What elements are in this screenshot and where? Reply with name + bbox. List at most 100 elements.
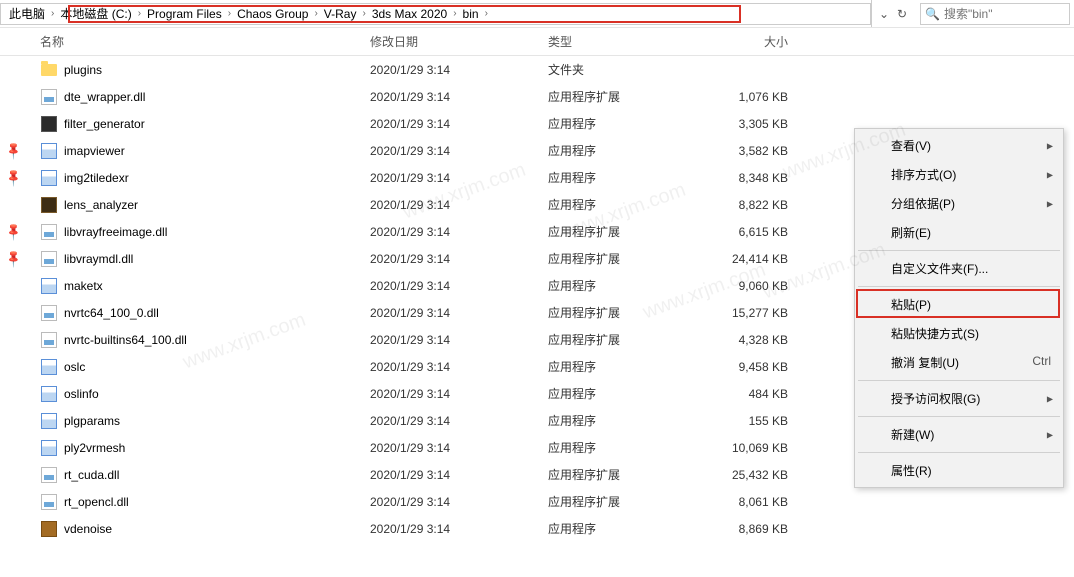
file-size: 15,277 KB <box>698 306 798 320</box>
file-date: 2020/1/29 3:14 <box>370 495 548 509</box>
file-date: 2020/1/29 3:14 <box>370 63 548 77</box>
file-type: 应用程序 <box>548 385 698 402</box>
breadcrumb-segment[interactable]: 本地磁盘 (C:) <box>56 4 135 24</box>
exe-icon <box>40 277 58 295</box>
column-date-header[interactable]: 修改日期 <box>370 33 548 50</box>
menu-item-label: 分组依据(P) <box>891 197 955 211</box>
menu-separator <box>858 286 1060 287</box>
column-size-header[interactable]: 大小 <box>698 33 798 50</box>
file-size: 24,414 KB <box>698 252 798 266</box>
column-name-header[interactable]: 名称 <box>40 33 370 50</box>
chevron-right-icon[interactable]: › <box>51 8 54 19</box>
dll-icon <box>40 466 58 484</box>
file-date: 2020/1/29 3:14 <box>370 333 548 347</box>
file-date: 2020/1/29 3:14 <box>370 279 548 293</box>
exe-icon <box>40 142 58 160</box>
file-type: 应用程序扩展 <box>548 223 698 240</box>
search-input[interactable] <box>944 7 1065 21</box>
file-type: 应用程序 <box>548 142 698 159</box>
search-icon: 🔍 <box>925 7 940 21</box>
menu-item[interactable]: 分组依据(P) <box>857 189 1061 218</box>
file-name: ply2vrmesh <box>64 441 370 455</box>
chevron-right-icon[interactable]: › <box>485 8 488 19</box>
address-bar: 此电脑›本地磁盘 (C:)›Program Files›Chaos Group›… <box>0 0 1074 28</box>
chevron-right-icon[interactable]: › <box>314 8 317 19</box>
breadcrumb-segment[interactable]: Program Files <box>143 4 226 24</box>
chevron-right-icon[interactable]: › <box>228 8 231 19</box>
search-box[interactable]: 🔍 <box>920 3 1070 25</box>
dll-icon <box>40 304 58 322</box>
file-date: 2020/1/29 3:14 <box>370 252 548 266</box>
refresh-icon[interactable]: ↻ <box>894 7 910 21</box>
file-row[interactable]: dte_wrapper.dll2020/1/29 3:14应用程序扩展1,076… <box>0 83 1074 110</box>
file-row[interactable]: rt_opencl.dll2020/1/29 3:14应用程序扩展8,061 K… <box>0 488 1074 515</box>
menu-item[interactable]: 新建(W) <box>857 420 1061 449</box>
menu-item-label: 属性(R) <box>891 464 932 478</box>
file-type: 应用程序 <box>548 520 698 537</box>
menu-item-label: 粘贴快捷方式(S) <box>891 327 979 341</box>
breadcrumb-segment[interactable]: 此电脑 <box>5 4 49 24</box>
menu-item[interactable]: 粘贴快捷方式(S) <box>857 319 1061 348</box>
file-name: img2tiledexr <box>64 171 370 185</box>
file-name: rt_cuda.dll <box>64 468 370 482</box>
breadcrumb-segment[interactable]: V-Ray <box>320 4 361 24</box>
menu-item[interactable]: 查看(V) <box>857 131 1061 160</box>
file-name: maketx <box>64 279 370 293</box>
menu-item-label: 自定义文件夹(F)... <box>891 262 988 276</box>
file-type: 应用程序 <box>548 439 698 456</box>
file-date: 2020/1/29 3:14 <box>370 387 548 401</box>
context-menu: 查看(V) 排序方式(O) 分组依据(P) 刷新(E) 自定义文件夹(F)... 粘贴(P… <box>854 128 1064 488</box>
history-dropdown-icon[interactable]: ⌄ <box>876 7 892 21</box>
folder-icon <box>40 61 58 79</box>
menu-item[interactable]: 排序方式(O) <box>857 160 1061 189</box>
file-date: 2020/1/29 3:14 <box>370 441 548 455</box>
file-size: 155 KB <box>698 414 798 428</box>
file-date: 2020/1/29 3:14 <box>370 306 548 320</box>
menu-item[interactable]: 自定义文件夹(F)... <box>857 254 1061 283</box>
file-name: plgparams <box>64 414 370 428</box>
breadcrumb-segment[interactable]: Chaos Group <box>233 4 312 24</box>
menu-item[interactable]: 撤消 复制(U) Ctrl <box>857 348 1061 377</box>
menu-item-label: 新建(W) <box>891 428 934 442</box>
breadcrumb-controls: ⌄ ↻ <box>871 0 914 27</box>
dll-icon <box>40 493 58 511</box>
file-size: 9,060 KB <box>698 279 798 293</box>
file-date: 2020/1/29 3:14 <box>370 171 548 185</box>
dll-icon <box>40 88 58 106</box>
file-type: 应用程序 <box>548 169 698 186</box>
file-name: nvrtc-builtins64_100.dll <box>64 333 370 347</box>
chevron-right-icon[interactable]: › <box>138 8 141 19</box>
file-name: vdenoise <box>64 522 370 536</box>
menu-item[interactable]: 授予访问权限(G) <box>857 384 1061 413</box>
file-row[interactable]: plugins2020/1/29 3:14文件夹 <box>0 56 1074 83</box>
menu-item-label: 撤消 复制(U) <box>891 356 959 370</box>
file-type: 应用程序扩展 <box>548 466 698 483</box>
file-date: 2020/1/29 3:14 <box>370 414 548 428</box>
file-name: dte_wrapper.dll <box>64 90 370 104</box>
exe-icon <box>40 412 58 430</box>
file-type: 应用程序扩展 <box>548 88 698 105</box>
file-type: 应用程序 <box>548 277 698 294</box>
file-size: 8,822 KB <box>698 198 798 212</box>
chevron-right-icon[interactable]: › <box>362 8 365 19</box>
menu-item[interactable]: 粘贴(P) <box>857 290 1061 319</box>
menu-item[interactable]: 属性(R) <box>857 456 1061 485</box>
menu-item[interactable]: 刷新(E) <box>857 218 1061 247</box>
breadcrumb-segment[interactable]: 3ds Max 2020 <box>368 4 451 24</box>
file-size: 6,615 KB <box>698 225 798 239</box>
file-row[interactable]: vdenoise2020/1/29 3:14应用程序8,869 KB <box>0 515 1074 542</box>
file-date: 2020/1/29 3:14 <box>370 522 548 536</box>
breadcrumb[interactable]: 此电脑›本地磁盘 (C:)›Program Files›Chaos Group›… <box>0 3 871 25</box>
menu-item-label: 查看(V) <box>891 139 931 153</box>
column-type-header[interactable]: 类型 <box>548 33 698 50</box>
menu-item-label: 刷新(E) <box>891 226 931 240</box>
file-type: 应用程序扩展 <box>548 331 698 348</box>
exe-icon <box>40 385 58 403</box>
menu-shortcut: Ctrl <box>1032 354 1051 368</box>
chevron-right-icon[interactable]: › <box>453 8 456 19</box>
custom1-icon <box>40 115 58 133</box>
dll-icon <box>40 223 58 241</box>
file-type: 应用程序扩展 <box>548 304 698 321</box>
file-size: 3,582 KB <box>698 144 798 158</box>
breadcrumb-segment[interactable]: bin <box>459 4 483 24</box>
